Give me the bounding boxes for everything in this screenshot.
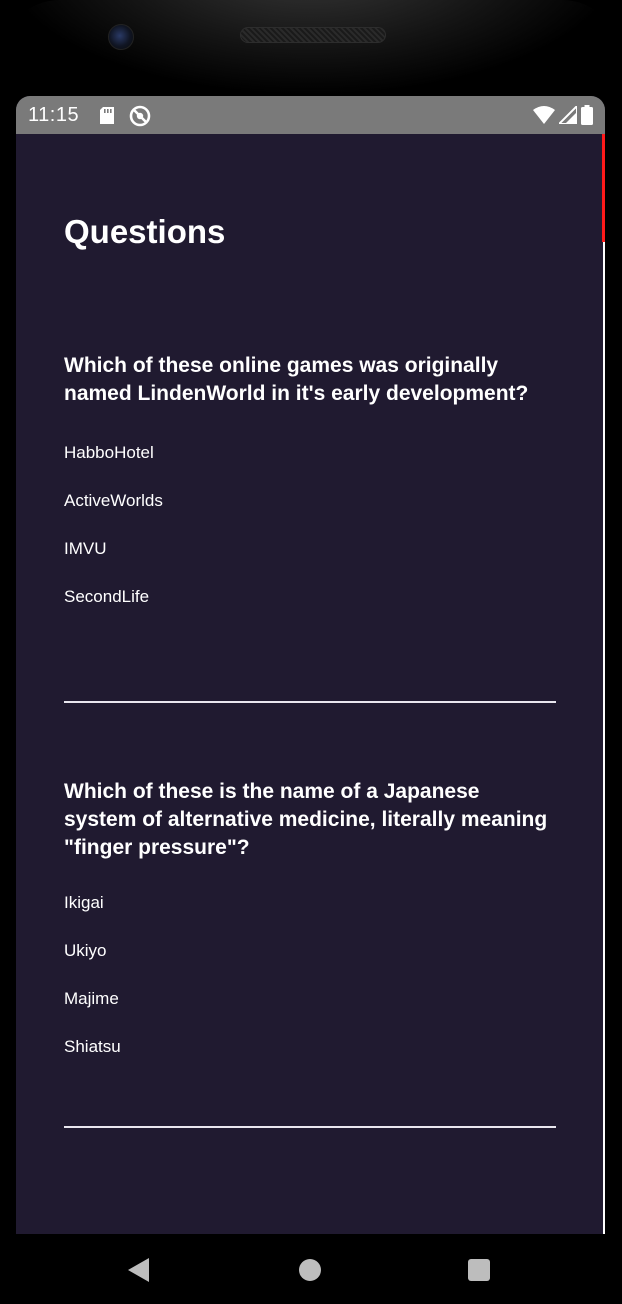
answer-option[interactable]: ActiveWorlds <box>64 490 556 538</box>
page-title: Questions <box>64 213 226 250</box>
status-right-icons <box>533 105 593 125</box>
do-not-disturb-icon <box>129 105 151 127</box>
answer-option[interactable]: IMVU <box>64 538 556 586</box>
answer-list: Ikigai Ukiyo Majime Shiatsu <box>64 892 556 1084</box>
navigation-bar <box>0 1234 622 1304</box>
home-icon[interactable] <box>299 1259 321 1281</box>
question-divider <box>64 1126 556 1128</box>
question-card: Which of these online games was original… <box>64 352 556 634</box>
scroll-track <box>603 242 605 1234</box>
question-card: Which of these is the name of a Japanese… <box>64 778 556 1084</box>
front-camera <box>108 24 134 50</box>
question-text: Which of these online games was original… <box>64 354 529 405</box>
back-icon[interactable] <box>128 1258 149 1282</box>
phone-device: 11:15 Questions Which of these online ga… <box>0 0 622 1304</box>
answer-option[interactable]: SecondLife <box>64 586 556 634</box>
scroll-indicator[interactable] <box>602 134 605 242</box>
status-time: 11:15 <box>28 104 80 126</box>
answer-option[interactable]: Shiatsu <box>64 1036 556 1084</box>
recents-icon[interactable] <box>468 1259 490 1281</box>
signal-icon <box>559 106 577 124</box>
answer-option[interactable]: Ikigai <box>64 892 556 940</box>
battery-icon <box>581 105 593 125</box>
phone-top-bezel <box>0 0 622 96</box>
answer-option[interactable]: Majime <box>64 988 556 1036</box>
answer-option[interactable]: HabboHotel <box>64 442 556 490</box>
status-bar: 11:15 <box>16 96 605 134</box>
answer-option[interactable]: Ukiyo <box>64 940 556 988</box>
earpiece-speaker <box>240 27 386 43</box>
question-divider <box>64 701 556 703</box>
wifi-icon <box>533 106 555 124</box>
question-text: Which of these is the name of a Japanese… <box>64 780 548 859</box>
sd-card-icon <box>100 107 114 124</box>
app-screen: 11:15 Questions Which of these online ga… <box>16 96 605 1234</box>
answer-list: HabboHotel ActiveWorlds IMVU SecondLife <box>64 442 556 634</box>
